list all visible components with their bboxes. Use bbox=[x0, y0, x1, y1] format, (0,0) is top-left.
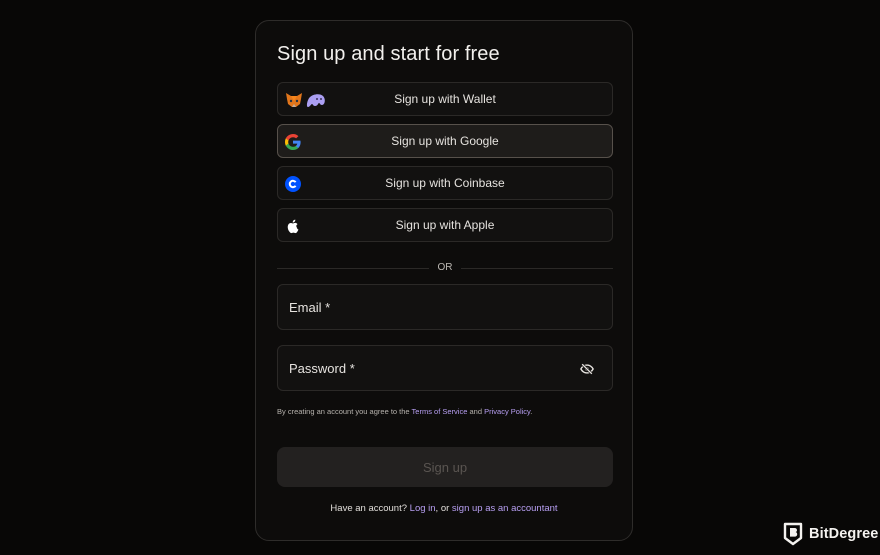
legal-notice: By creating an account you agree to the … bbox=[277, 407, 532, 416]
coinbase-signup-button[interactable]: Sign up with Coinbase bbox=[277, 166, 613, 200]
legal-prefix: By creating an account you agree to the bbox=[277, 407, 410, 416]
password-field[interactable]: Password * bbox=[277, 345, 613, 391]
apple-signup-label: Sign up with Apple bbox=[395, 218, 495, 232]
bitdegree-watermark: BitDegree bbox=[783, 522, 878, 546]
footer-middle: , or bbox=[435, 503, 450, 514]
google-signup-button[interactable]: Sign up with Google bbox=[277, 124, 613, 158]
wallet-icons bbox=[285, 91, 326, 109]
coinbase-icon bbox=[285, 176, 301, 192]
coinbase-signup-label: Sign up with Coinbase bbox=[385, 176, 505, 190]
accountant-signup-link[interactable]: sign up as an accountant bbox=[452, 503, 558, 514]
google-signup-label: Sign up with Google bbox=[391, 134, 499, 148]
eye-off-icon[interactable] bbox=[580, 362, 594, 376]
wallet-signup-button[interactable]: Sign up with Wallet bbox=[277, 82, 613, 116]
brand-name: BitDegree bbox=[809, 526, 879, 542]
email-label: Email * bbox=[289, 300, 331, 315]
email-field[interactable]: Email * bbox=[277, 284, 613, 330]
divider-line-right bbox=[461, 268, 613, 269]
apple-icon bbox=[287, 219, 299, 234]
bitdegree-logo-icon bbox=[783, 522, 803, 546]
google-icon bbox=[285, 134, 301, 150]
fox-icon bbox=[286, 93, 302, 107]
apple-icon-wrap bbox=[285, 217, 301, 235]
ghost-icon bbox=[306, 94, 325, 107]
footer-prefix: Have an account? bbox=[330, 503, 408, 514]
coinbase-icon-wrap bbox=[285, 175, 301, 193]
google-icon-wrap bbox=[285, 133, 301, 151]
or-divider: OR bbox=[277, 262, 613, 273]
legal-suffix: . bbox=[530, 407, 533, 416]
privacy-link[interactable]: Privacy Policy bbox=[484, 407, 530, 416]
login-link[interactable]: Log in bbox=[410, 503, 436, 514]
apple-signup-button[interactable]: Sign up with Apple bbox=[277, 208, 613, 242]
page-title: Sign up and start for free bbox=[277, 43, 500, 65]
signup-submit-button[interactable]: Sign up bbox=[277, 447, 613, 487]
signup-card: Sign up and start for free Sign up with … bbox=[255, 20, 633, 541]
password-label: Password * bbox=[289, 361, 355, 376]
legal-and: and bbox=[469, 407, 483, 416]
wallet-signup-label: Sign up with Wallet bbox=[394, 92, 496, 106]
login-footer: Have an account? Log in, or sign up as a… bbox=[256, 503, 632, 514]
terms-link[interactable]: Terms of Service bbox=[412, 407, 468, 416]
